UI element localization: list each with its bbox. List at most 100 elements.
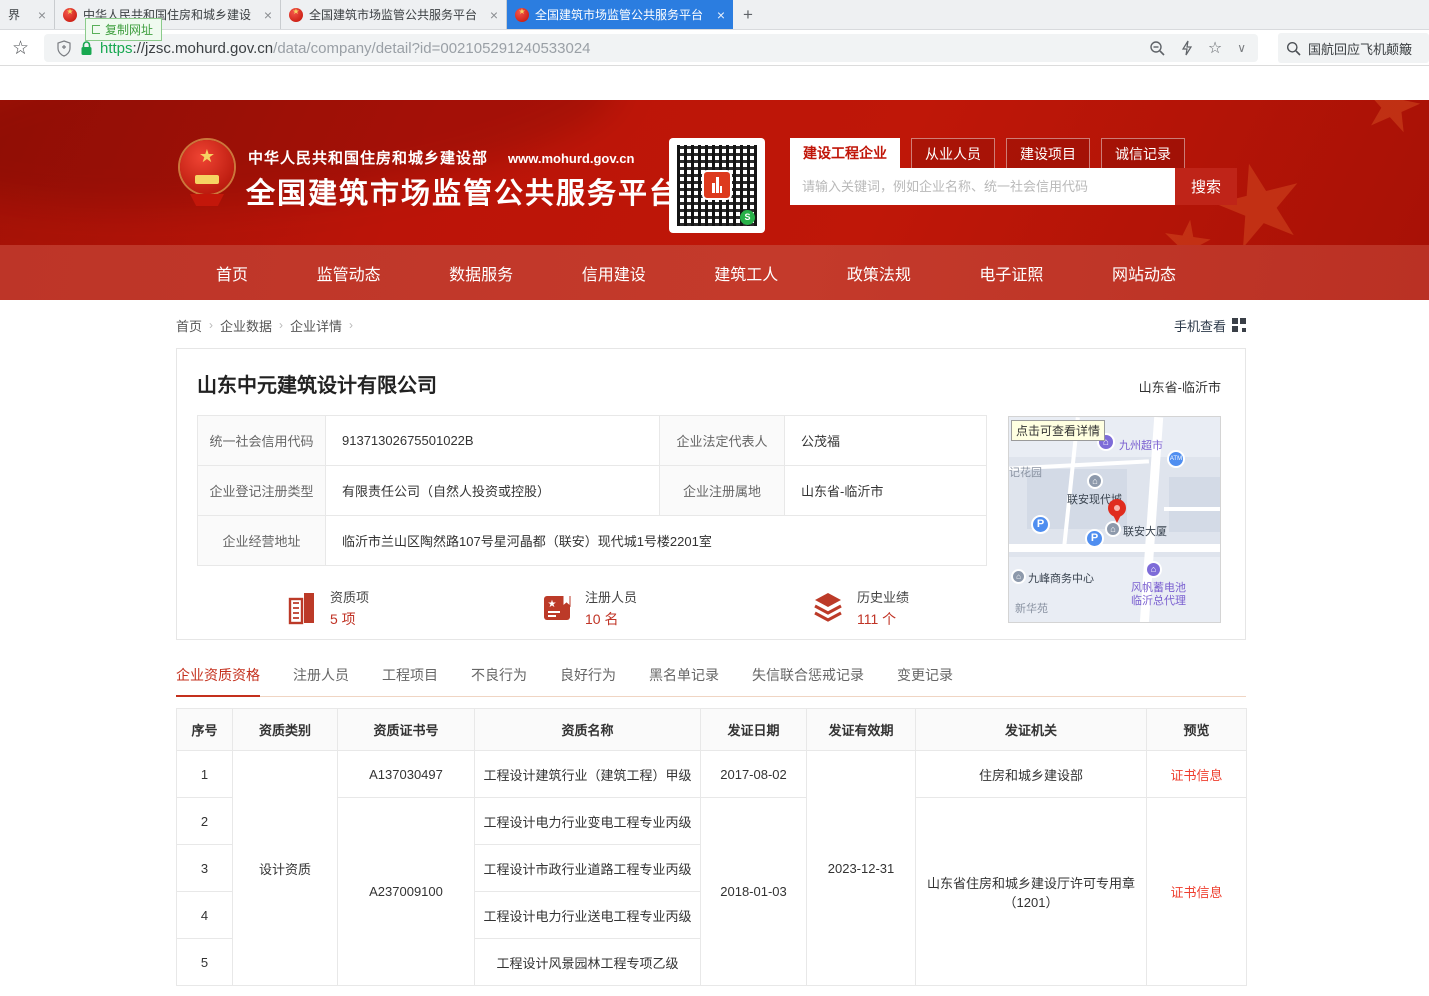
cell-no: 3	[177, 845, 233, 892]
address-field[interactable]: https://jzsc.mohurd.gov.cn/data/company/…	[44, 34, 1258, 62]
stat-registered-personnel[interactable]: ★ 注册人员 10 名	[541, 587, 637, 629]
close-icon[interactable]: ×	[38, 7, 46, 23]
bookmark-page-star-icon[interactable]: ☆	[1208, 38, 1222, 58]
location-map[interactable]: 点击可查看详情 ⌂ 九州超市 ATM 记花园 ⌂ 联安现代城 P P ⌂ 联安大…	[1008, 416, 1221, 623]
nav-item-policy[interactable]: 政策法规	[847, 261, 911, 285]
breadcrumb-home[interactable]: 首页	[176, 316, 202, 335]
nav-item-data-service[interactable]: 数据服务	[449, 261, 513, 285]
company-name: 山东中元建筑设计有限公司	[197, 369, 437, 398]
close-icon[interactable]: ×	[717, 7, 725, 23]
nav-item-license[interactable]: 电子证照	[979, 261, 1043, 285]
zoom-out-icon[interactable]	[1149, 40, 1166, 57]
mobile-view-link[interactable]: 手机查看	[1174, 316, 1246, 335]
tab-registered-personnel[interactable]: 注册人员	[293, 665, 349, 695]
tab-qualifications[interactable]: 企业资质资格	[176, 665, 260, 697]
cell-qual-name: 工程设计市政行业道路工程专业丙级	[475, 845, 701, 892]
tab-title: 全国建筑市场监管公共服务平台	[535, 6, 703, 23]
search-row: 搜索	[790, 168, 1237, 205]
stat-value: 10 名	[585, 609, 637, 629]
map-label-xinhua: 新华苑	[1015, 600, 1048, 616]
certificate-info-link[interactable]: 证书信息	[1170, 768, 1222, 783]
stat-label: 资质项	[330, 587, 369, 606]
tab-good-behavior[interactable]: 良好行为	[560, 665, 616, 695]
search-tab-project[interactable]: 建设项目	[1006, 138, 1090, 168]
certificate-icon: ★	[541, 592, 573, 624]
map-label-garden: 记花园	[1009, 464, 1042, 480]
table-row: 1 设计资质 A137030497 工程设计建筑行业（建筑工程）甲级 2017-…	[177, 751, 1247, 798]
breadcrumb-company-detail[interactable]: 企业详情	[290, 316, 342, 335]
company-info-table: 统一社会信用代码 91371302675501022B 企业法定代表人 公茂福 …	[197, 415, 987, 566]
stat-label: 历史业绩	[857, 587, 909, 606]
company-region: 山东省-临沂市	[1139, 377, 1221, 396]
keyword-search-input[interactable]	[790, 168, 1175, 205]
battery-marker-icon: ⌂	[1145, 561, 1162, 578]
qr-code-card: S	[669, 138, 765, 233]
wechat-miniprogram-icon: S	[740, 210, 755, 225]
nav-item-workers[interactable]: 建筑工人	[714, 261, 778, 285]
emblem-star: ★	[180, 147, 234, 165]
tab-title: 全国建筑市场监管公共服务平台	[309, 6, 477, 23]
search-button[interactable]: 搜索	[1175, 168, 1237, 205]
field-label-legal-rep: 企业法定代表人	[660, 416, 785, 466]
copy-url-tooltip: 复制网址	[85, 18, 162, 41]
field-value-reg-place: 山东省-临沂市	[785, 466, 987, 516]
breadcrumb-separator: ›	[209, 318, 213, 332]
breadcrumb-company-data[interactable]: 企业数据	[220, 316, 272, 335]
cell-no: 4	[177, 892, 233, 939]
map-label-battery-2: 临沂总代理	[1131, 592, 1186, 608]
tab-blacklist[interactable]: 黑名单记录	[649, 665, 719, 695]
stat-history-performance[interactable]: 历史业绩 111 个	[811, 587, 909, 629]
stat-value: 5 项	[330, 609, 369, 629]
stat-qualifications[interactable]: 资质项 5 项	[286, 587, 369, 629]
map-road	[1009, 544, 1221, 552]
search-tab-personnel[interactable]: 从业人员	[911, 138, 995, 168]
nav-item-news[interactable]: 网站动态	[1112, 261, 1176, 285]
quick-search-widget[interactable]: 国航回应飞机颠簸	[1278, 33, 1429, 63]
tab-projects[interactable]: 工程项目	[382, 665, 438, 695]
emblem-gate	[195, 175, 219, 184]
cell-qual-name: 工程设计建筑行业（建筑工程）甲级	[475, 751, 701, 798]
col-header-no: 序号	[177, 709, 233, 751]
copy-icon	[92, 25, 100, 34]
browser-tab-active[interactable]: 全国建筑市场监管公共服务平台 ×	[507, 0, 733, 29]
close-icon[interactable]: ×	[264, 7, 272, 23]
table-row: 企业登记注册类型 有限责任公司（自然人投资或控股） 企业注册属地 山东省-临沂市	[198, 466, 987, 516]
quick-search-text: 国航回应飞机颠簸	[1308, 39, 1412, 58]
browser-tab-0[interactable]: 界 ×	[0, 0, 55, 29]
url-text: https://jzsc.mohurd.gov.cn/data/company/…	[100, 40, 591, 57]
cell-qual-name: 工程设计风景园林工程专项乙级	[475, 939, 701, 986]
lightning-icon[interactable]	[1181, 40, 1193, 56]
shield-permission-icon[interactable]	[56, 40, 72, 57]
new-tab-button[interactable]: +	[733, 0, 763, 29]
url-scheme: https	[100, 40, 133, 57]
atm-marker-icon: ATM	[1167, 450, 1185, 468]
col-header-qual-name: 资质名称	[475, 709, 701, 751]
tab-dishonesty[interactable]: 失信联合惩戒记录	[752, 665, 864, 695]
tab-bad-behavior[interactable]: 不良行为	[471, 665, 527, 695]
url-host: ://jzsc.mohurd.gov.cn	[133, 40, 274, 57]
breadcrumb-separator: ›	[349, 318, 353, 332]
map-tooltip: 点击可查看详情	[1011, 420, 1105, 441]
certificate-info-link[interactable]: 证书信息	[1170, 885, 1222, 900]
browser-tab-2[interactable]: 全国建筑市场监管公共服务平台 ×	[281, 0, 507, 29]
cell-validity: 2023-12-31	[807, 751, 916, 986]
cell-qual-name: 工程设计电力行业变电工程专业丙级	[475, 798, 701, 845]
nav-item-credit[interactable]: 信用建设	[582, 261, 646, 285]
nav-item-home[interactable]: 首页	[216, 261, 248, 285]
nav-item-supervision[interactable]: 监管动态	[317, 261, 381, 285]
browser-tab-bar: 界 × 中华人民共和国住房和城乡建设 × 全国建筑市场监管公共服务平台 × 全国…	[0, 0, 1429, 30]
search-tab-enterprise[interactable]: 建设工程企业	[790, 138, 900, 168]
page: 界 × 中华人民共和国住房和城乡建设 × 全国建筑市场监管公共服务平台 × 全国…	[0, 0, 1429, 996]
close-icon[interactable]: ×	[490, 7, 498, 23]
tab-change-records[interactable]: 变更记录	[897, 665, 953, 695]
search-tab-credit[interactable]: 诚信记录	[1101, 138, 1185, 168]
chevron-down-icon[interactable]: ∨	[1237, 41, 1246, 55]
building-marker-icon: ⌂	[1105, 521, 1121, 537]
bookmark-star-icon[interactable]: ☆	[12, 37, 29, 60]
field-value-legal-rep: 公茂福	[785, 416, 987, 466]
col-header-preview: 预览	[1147, 709, 1247, 751]
url-path: /data/company/detail?id=0021052912405330…	[273, 40, 590, 57]
lock-icon	[80, 41, 93, 56]
ministry-site-url: www.mohurd.gov.cn	[508, 151, 634, 166]
building-marker-icon: ⌂	[1087, 473, 1103, 489]
